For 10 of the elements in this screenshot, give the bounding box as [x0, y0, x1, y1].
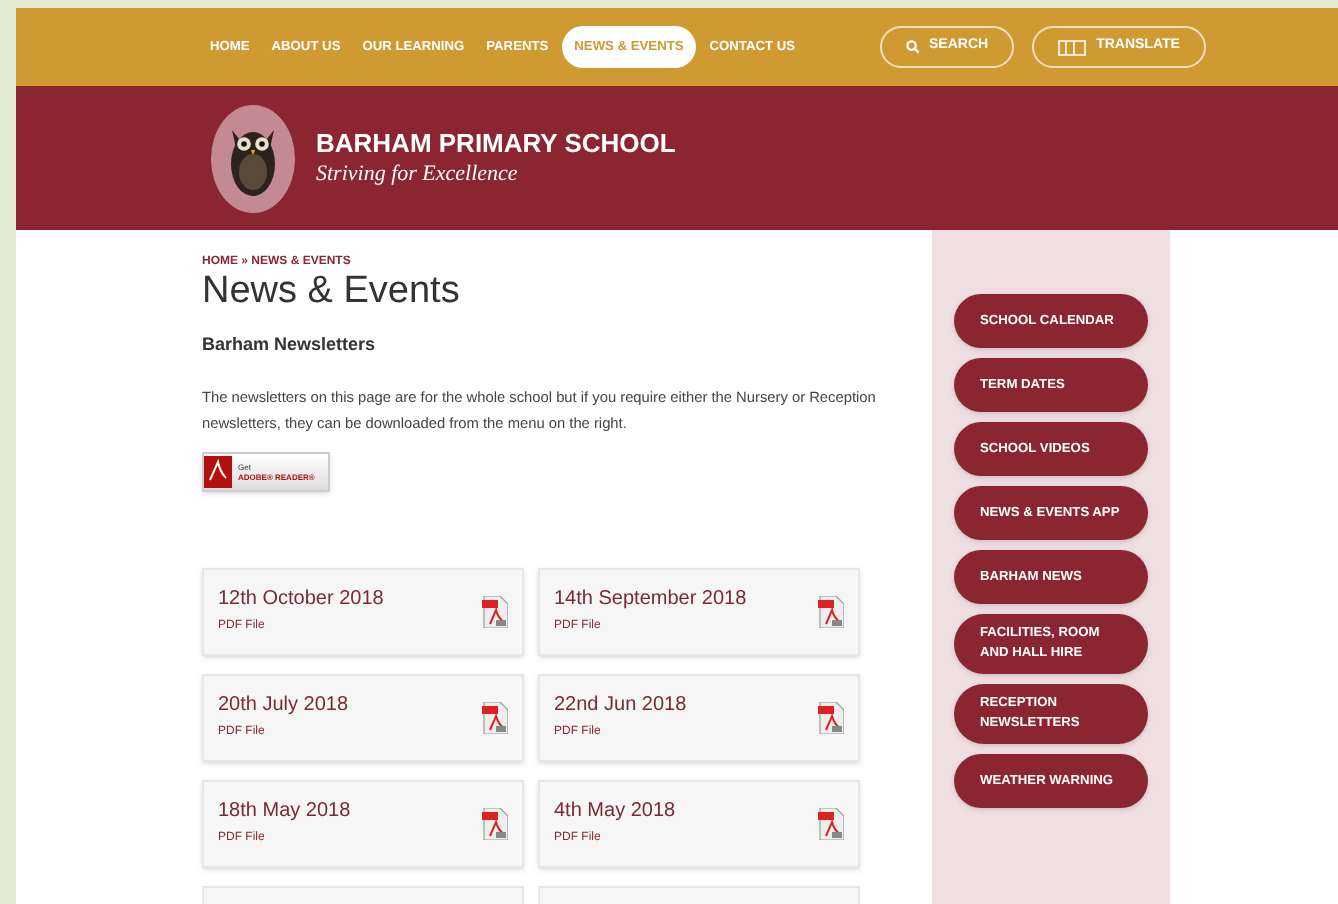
- page-title: News & Events: [202, 270, 462, 314]
- section-heading: Barham Newsletters: [202, 332, 378, 358]
- newsletter-date: 22nd Jun 2018: [554, 692, 687, 718]
- newsletter-date: 4th May 2018: [554, 798, 676, 824]
- school-name: BARHAM PRIMARY SCHOOL: [316, 128, 676, 160]
- newsletter-date: 14th September 2018: [554, 586, 747, 612]
- newsletter-date: 18th May 2018: [218, 798, 351, 824]
- newsletter-date: 20th July 2018: [218, 692, 349, 718]
- newsletter-date: 12th October 2018: [218, 586, 384, 612]
- school-tagline: Striving for Excellence: [316, 160, 520, 188]
